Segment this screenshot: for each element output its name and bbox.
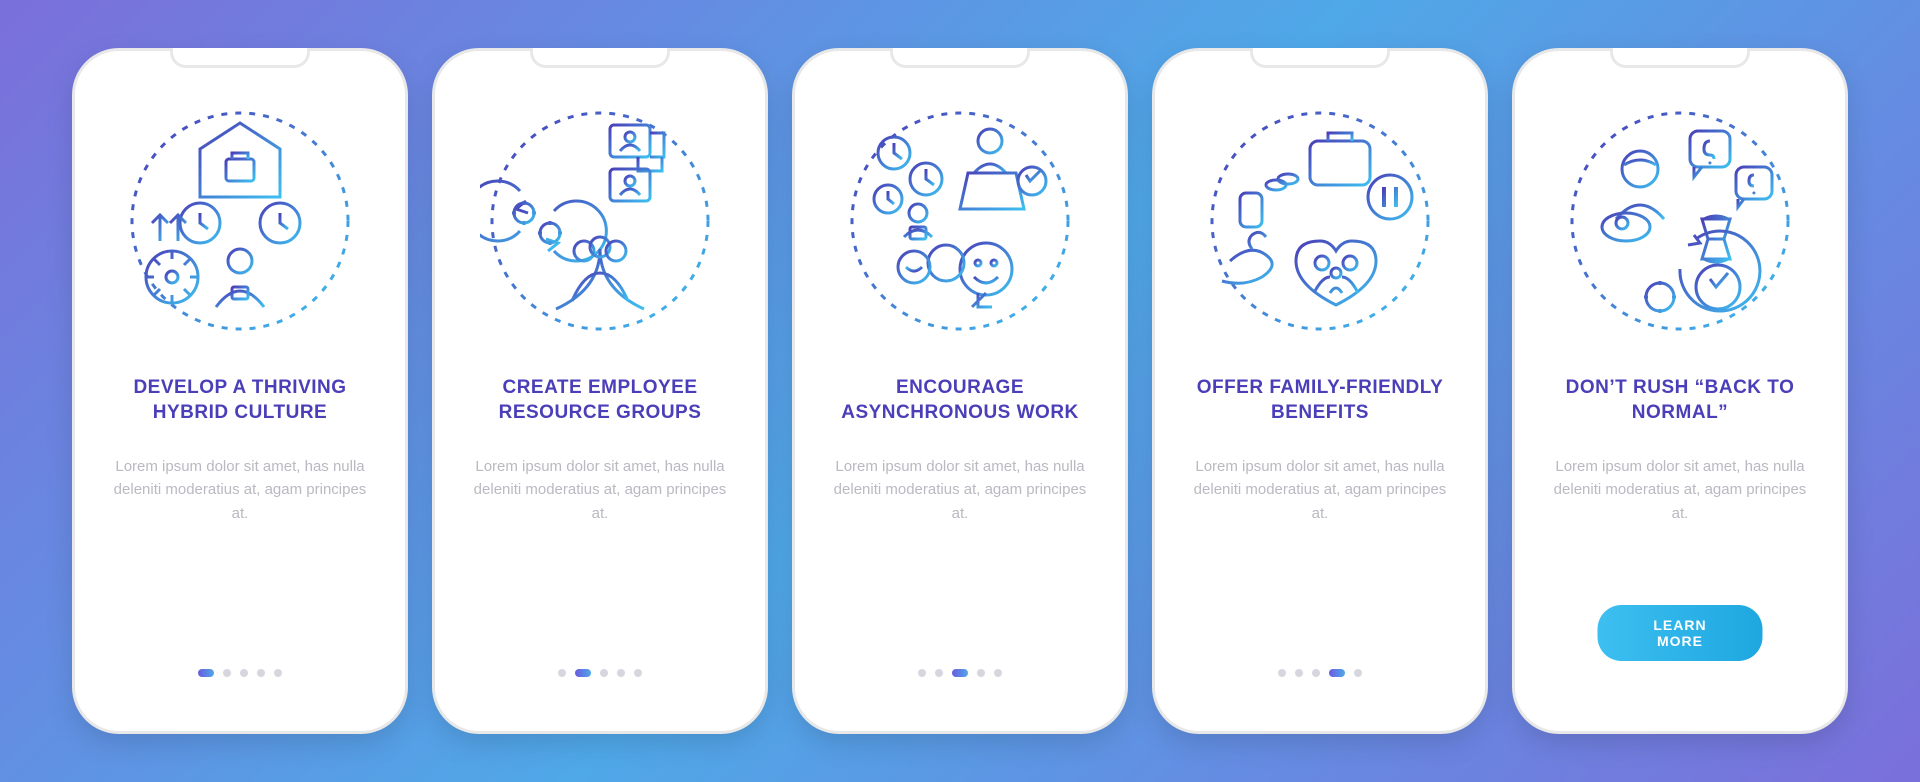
page-dot[interactable] [198,669,214,677]
page-dot[interactable] [617,669,625,677]
pagination-dots [918,669,1002,677]
phones-row: DEVELOP A THRIVING HYBRID CULTURE Lorem … [75,51,1845,731]
onboarding-screen-2: CREATE EMPLOYEE RESOURCE GROUPS Lorem ip… [435,51,765,731]
onboarding-screen-1: DEVELOP A THRIVING HYBRID CULTURE Lorem … [75,51,405,731]
page-dot[interactable] [274,669,282,677]
phone-notch [890,48,1030,68]
page-dot[interactable] [558,669,566,677]
screen-desc: Lorem ipsum dolor sit amet, has nulla de… [1541,455,1819,525]
onboarding-screen-5: DON’T RUSH “BACK TO NORMAL” Lorem ipsum … [1515,51,1845,731]
page-dot[interactable] [1312,669,1320,677]
screen-desc: Lorem ipsum dolor sit amet, has nulla de… [821,455,1099,525]
page-dot[interactable] [1295,669,1303,677]
phone-notch [170,48,310,68]
screen-desc: Lorem ipsum dolor sit amet, has nulla de… [1181,455,1459,525]
page-dot[interactable] [600,669,608,677]
screen-title: DON’T RUSH “BACK TO NORMAL” [1541,363,1819,439]
phone-notch [1610,48,1750,68]
onboarding-screen-3: ENCOURAGE ASYNCHRONOUS WORK Lorem ipsum … [795,51,1125,731]
onboarding-screen-4: OFFER FAMILY-FRIENDLY BENEFITS Lorem ips… [1155,51,1485,731]
page-dot[interactable] [1278,669,1286,677]
pagination-dots [1278,669,1362,677]
page-dot[interactable] [1329,669,1345,677]
pagination-dots [198,669,282,677]
screen-desc: Lorem ipsum dolor sit amet, has nulla de… [461,455,739,525]
async-work-icon [840,101,1080,341]
hybrid-culture-icon [120,101,360,341]
page-dot[interactable] [918,669,926,677]
learn-more-button[interactable]: LEARN MORE [1598,605,1763,661]
page-dot[interactable] [994,669,1002,677]
page-dot[interactable] [575,669,591,677]
back-to-normal-icon [1560,101,1800,341]
resource-groups-icon [480,101,720,341]
screen-title: ENCOURAGE ASYNCHRONOUS WORK [821,363,1099,439]
screen-title: DEVELOP A THRIVING HYBRID CULTURE [101,363,379,439]
page-dot[interactable] [935,669,943,677]
page-dot[interactable] [977,669,985,677]
phone-notch [1250,48,1390,68]
pagination-dots [558,669,642,677]
page-dot[interactable] [223,669,231,677]
screen-title: CREATE EMPLOYEE RESOURCE GROUPS [461,363,739,439]
page-dot[interactable] [1354,669,1362,677]
page-dot[interactable] [257,669,265,677]
phone-notch [530,48,670,68]
screen-title: OFFER FAMILY-FRIENDLY BENEFITS [1181,363,1459,439]
family-benefits-icon [1200,101,1440,341]
page-dot[interactable] [240,669,248,677]
screen-desc: Lorem ipsum dolor sit amet, has nulla de… [101,455,379,525]
page-dot[interactable] [634,669,642,677]
page-dot[interactable] [952,669,968,677]
